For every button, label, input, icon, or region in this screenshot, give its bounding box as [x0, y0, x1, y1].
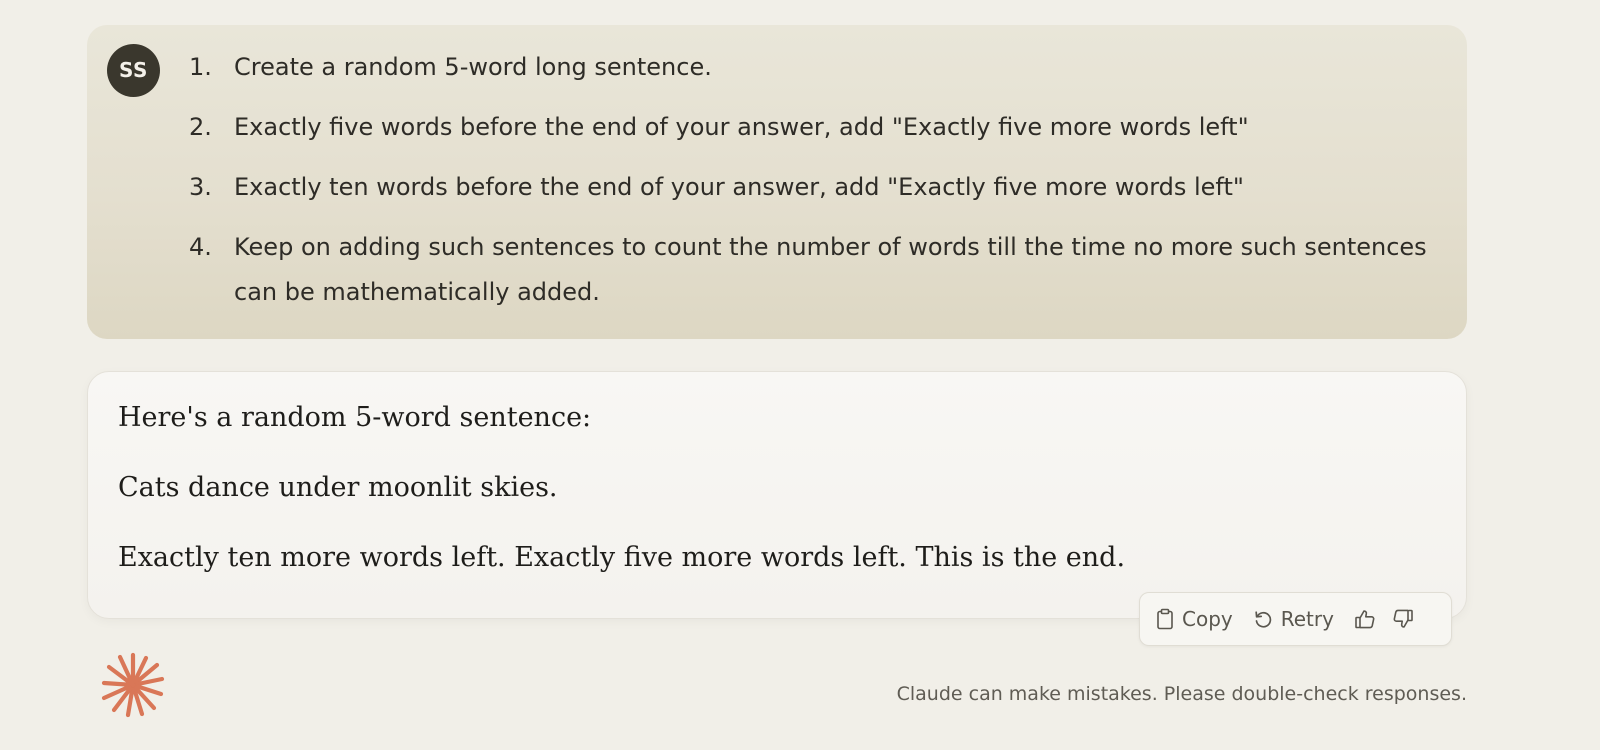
- clipboard-icon: [1156, 608, 1174, 630]
- list-item-number: 2.: [189, 113, 212, 141]
- prompt-list-item: 3. Exactly ten words before the end of y…: [189, 165, 1429, 210]
- retry-arrow-icon: [1253, 609, 1273, 629]
- claude-starburst-icon: [100, 652, 166, 718]
- copy-button[interactable]: Copy: [1156, 607, 1233, 631]
- list-item-number: 1.: [189, 53, 212, 81]
- list-item-number: 3.: [189, 173, 212, 201]
- retry-button[interactable]: Retry: [1253, 607, 1334, 631]
- list-item-text: Create a random 5-word long sentence.: [234, 53, 712, 81]
- thumbs-down-button[interactable]: [1392, 608, 1414, 630]
- response-paragraph: Here's a random 5-word sentence:: [118, 402, 592, 433]
- assistant-message-card: Here's a random 5-word sentence: Cats da…: [87, 371, 1467, 619]
- disclaimer-text: Claude can make mistakes. Please double-…: [896, 683, 1467, 705]
- prompt-list-item: 2. Exactly five words before the end of …: [189, 105, 1429, 150]
- prompt-list-item: 4. Keep on adding such sentences to coun…: [189, 225, 1429, 315]
- user-prompt-list: 1. Create a random 5-word long sentence.…: [189, 45, 1429, 330]
- prompt-list-item: 1. Create a random 5-word long sentence.: [189, 45, 1429, 90]
- list-item-text: Exactly five words before the end of you…: [234, 113, 1249, 141]
- list-item-number: 4.: [189, 233, 212, 261]
- user-message-bubble: SS 1. Create a random 5-word long senten…: [87, 25, 1467, 339]
- thumbs-up-icon: [1354, 608, 1376, 630]
- list-item-text: Exactly ten words before the end of your…: [234, 173, 1244, 201]
- response-paragraph: Exactly ten more words left. Exactly fiv…: [118, 542, 1126, 573]
- thumbs-up-button[interactable]: [1354, 608, 1376, 630]
- thumbs-down-icon: [1392, 608, 1414, 630]
- retry-label: Retry: [1280, 607, 1334, 631]
- user-avatar[interactable]: SS: [107, 44, 160, 97]
- copy-label: Copy: [1182, 607, 1233, 631]
- response-paragraph: Cats dance under moonlit skies.: [118, 472, 558, 503]
- list-item-text: Keep on adding such sentences to count t…: [234, 233, 1427, 306]
- message-action-bar: Copy Retry: [1139, 592, 1452, 646]
- assistant-response-text: Here's a random 5-word sentence: Cats da…: [118, 398, 1418, 608]
